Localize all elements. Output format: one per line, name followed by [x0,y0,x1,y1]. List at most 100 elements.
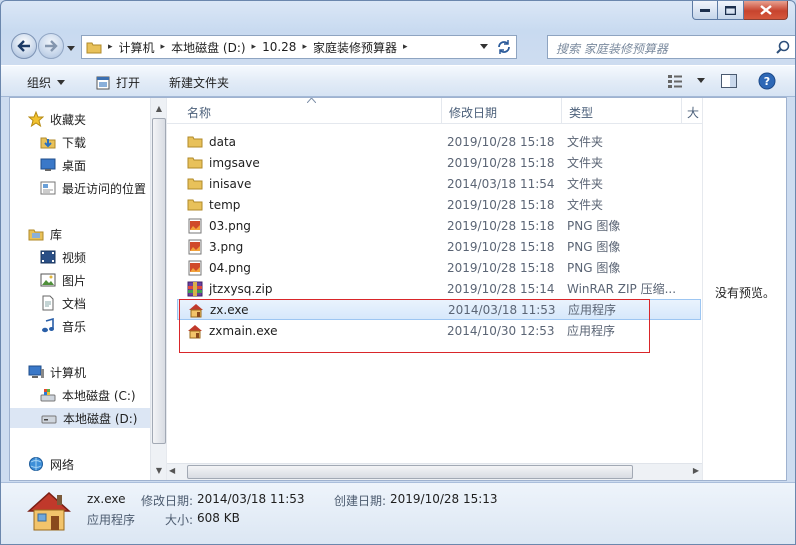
sidebar-item-music[interactable]: 音乐 [40,316,86,336]
file-row[interactable]: jtzxysq.zip 2019/10/28 15:14 WinRAR ZIP 压缩… [177,278,701,299]
horizontal-scrollbar[interactable]: ◀ ▶ [167,463,703,480]
sidebar-item-pictures[interactable]: 图片 [40,270,86,290]
file-row[interactable]: imgsave 2019/10/28 15:18 文件夹 [177,152,701,173]
chevron-down-icon[interactable] [480,44,488,50]
breadcrumb-separator-icon[interactable]: ▸ [250,42,259,52]
search-icon[interactable] [776,40,790,54]
organize-label: 组织 [27,76,52,90]
file-list: 名称 修改日期 类型 大 data 2019/10/28 15:18 文件夹 imgs… [166,98,703,480]
file-name: data [209,134,237,149]
breadcrumb-folder-1028[interactable]: 10.28 ▸ [258,40,309,54]
file-row[interactable]: 04.png 2019/10/28 15:18 PNG 图像 [177,257,701,278]
help-button[interactable]: ? [758,72,776,90]
minimize-button[interactable] [692,1,718,20]
back-button[interactable] [11,33,37,59]
breadcrumb-computer[interactable]: 计算机 ▸ [115,39,168,56]
sidebar-item-label: 视频 [62,250,87,265]
breadcrumb-separator-icon[interactable]: ▸ [401,42,410,52]
sidebar-item-drive-c[interactable]: 本地磁盘 (C:) [40,385,136,405]
file-name: inisave [209,176,252,191]
detail-created-value: 2019/10/28 15:13 [390,492,498,506]
scroll-up-icon[interactable]: ▲ [151,100,167,116]
file-row[interactable]: data 2019/10/28 15:18 文件夹 [177,131,701,152]
archive-icon [187,281,203,296]
highlight-box [179,299,650,353]
file-type: 文件夹 [567,135,604,149]
column-type[interactable]: 类型 [569,104,593,121]
breadcrumb-separator-icon[interactable]: ▸ [159,42,168,52]
image-icon [188,260,202,275]
sidebar-item-label: 本地磁盘 (C:) [62,388,136,403]
breadcrumb-drive-d[interactable]: 本地磁盘 (D:) ▸ [167,39,258,56]
scrollbar-thumb[interactable] [187,465,633,479]
house-icon [27,491,71,531]
file-row[interactable]: temp 2019/10/28 15:18 文件夹 [177,194,701,215]
sidebar-item-libraries[interactable]: 库 [28,224,62,244]
preview-pane-button[interactable] [721,74,737,88]
music-icon [42,318,54,333]
sort-ascending-icon [307,98,316,103]
maximize-button[interactable] [718,1,744,20]
sidebar-item-documents[interactable]: 文档 [40,293,86,313]
breadcrumb-separator-icon[interactable]: ▸ [106,42,115,52]
scroll-down-icon[interactable]: ▼ [151,462,167,478]
system-drive-icon [40,389,56,402]
sidebar-item-label: 图片 [62,273,87,288]
scrollbar-thumb[interactable] [152,118,166,444]
detail-size-value: 608 KB [197,511,240,525]
search-box[interactable]: 搜索 家庭装修预算器 [547,35,795,59]
file-date: 2019/10/28 15:18 [447,260,555,275]
breadcrumb-separator-icon[interactable]: ▸ [300,42,309,52]
column-date[interactable]: 修改日期 [449,104,497,121]
file-row[interactable]: inisave 2014/03/18 11:54 文件夹 [177,173,701,194]
close-button[interactable] [744,1,788,20]
pictures-icon [40,273,56,287]
help-icon: ? [758,72,776,90]
sidebar-item-downloads[interactable]: 下载 [40,132,86,152]
file-name-cell: data [187,134,236,150]
sidebar-scrollbar[interactable]: ▲ ▼ [150,98,167,480]
refresh-icon[interactable] [496,39,512,55]
organize-menu[interactable]: 组织 [27,74,66,91]
file-type: 文件夹 [567,156,604,170]
column-separator[interactable] [681,98,682,124]
library-icon [28,229,44,241]
navigation-pane: 收藏夹 下载 桌面 最近访问的位置 库 视频 图片 文档 音乐 计算机 本地磁盘… [10,98,166,480]
sidebar-item-label: 最近访问的位置 [62,181,147,196]
sidebar-item-computer[interactable]: 计算机 [28,362,86,382]
column-header: 名称 修改日期 类型 大 [167,98,702,124]
sidebar-item-videos[interactable]: 视频 [40,247,86,267]
sidebar-item-favorites[interactable]: 收藏夹 [28,109,86,129]
breadcrumb-label: 10.28 [262,40,297,54]
svg-text:?: ? [764,75,770,88]
detail-created-label: 创建日期: [334,494,387,508]
scroll-left-icon[interactable]: ◀ [169,466,175,475]
new-folder-button[interactable]: 新建文件夹 [169,74,229,91]
sidebar-item-label: 收藏夹 [50,112,87,127]
breadcrumb-current-folder[interactable]: 家庭装修预算器 ▸ [309,39,410,56]
column-name[interactable]: 名称 [187,104,211,121]
file-row[interactable]: 03.png 2019/10/28 15:18 PNG 图像 [177,215,701,236]
change-view-button[interactable] [667,74,705,88]
column-separator[interactable] [441,98,442,124]
scroll-right-icon[interactable]: ▶ [693,466,699,475]
forward-button[interactable] [38,33,64,59]
file-row[interactable]: 3.png 2019/10/28 15:18 PNG 图像 [177,236,701,257]
open-button[interactable]: 打开 [96,74,140,91]
search-placeholder: 搜索 家庭装修预算器 [556,42,668,56]
folder-icon [187,136,203,147]
sidebar-item-network[interactable]: 网络 [28,454,74,474]
sidebar-item-desktop[interactable]: 桌面 [40,155,86,175]
column-separator[interactable] [561,98,562,124]
arrow-right-icon [45,40,58,52]
address-bar[interactable]: ▸ 计算机 ▸ 本地磁盘 (D:) ▸ 10.28 ▸ 家庭装修预算器 ▸ [81,35,517,59]
chevron-down-icon [57,79,66,85]
sidebar-item-recent-places[interactable]: 最近访问的位置 [40,178,146,198]
detail-kind: 应用程序 [87,513,136,527]
recent-pages-dropdown[interactable] [67,41,75,55]
address-bar-tail [466,36,516,58]
sidebar-item-label: 本地磁盘 (D:) [63,411,138,426]
column-size[interactable]: 大 [687,104,699,121]
image-icon [188,218,202,233]
sidebar-item-drive-d[interactable]: 本地磁盘 (D:) [10,408,160,428]
